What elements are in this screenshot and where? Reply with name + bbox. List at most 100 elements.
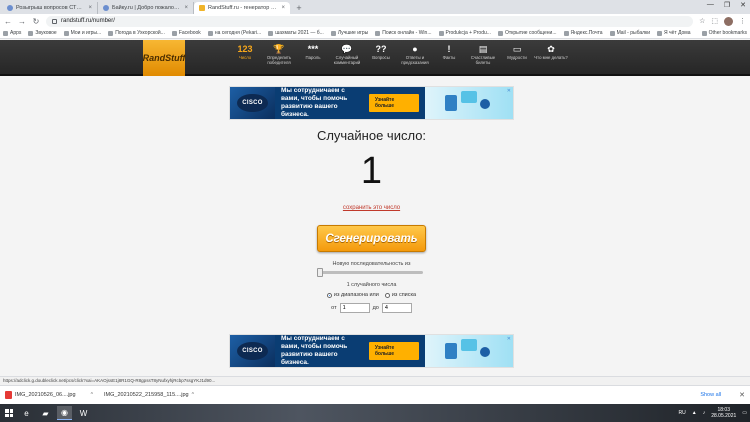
network-icon[interactable]: ▲	[692, 410, 697, 416]
site-header: RandStuff 123 Число 🏆 Определить победител…	[0, 40, 750, 76]
reload-icon[interactable]: ↻	[32, 17, 40, 26]
address-bar[interactable]: randstuff.ru/number/	[46, 15, 694, 27]
ad-close-icon[interactable]: ✕	[507, 88, 511, 94]
extension-icon[interactable]: ⬚	[711, 17, 718, 25]
menu-item-facts[interactable]: ! Факты	[432, 43, 466, 66]
generate-button[interactable]: Сгенерировать	[317, 225, 426, 252]
new-tab-button[interactable]: +	[293, 2, 305, 14]
menu-item-tickets[interactable]: ▤ Счастливые билеты	[466, 43, 500, 66]
download-item[interactable]: IMG_20210522_215958_115....jpg ^	[101, 391, 194, 399]
bookmark-item[interactable]: Открытие сообщени...	[497, 30, 557, 36]
download-item[interactable]: IMG_20210526_06....jpg ^	[5, 391, 93, 399]
mode-list-radio[interactable]: из списка	[384, 292, 416, 298]
bookmark-item[interactable]: Facebook	[171, 30, 201, 36]
close-downloads-icon[interactable]: ✕	[739, 391, 745, 399]
ad-learn-more-button[interactable]: Узнайте больше	[368, 341, 419, 361]
chevron-up-icon[interactable]: ^	[192, 392, 194, 398]
ad-banner-top[interactable]: CISCO Мы сотрудничаем с вами, чтобы помо…	[229, 86, 514, 120]
menu-item-what-to-do[interactable]: ✿ Что мне делать?	[534, 43, 568, 66]
mode-range-radio[interactable]: из диапазона или	[326, 292, 379, 298]
menu-item-wisdom[interactable]: ▭ Мудрости	[500, 43, 534, 66]
bookmark-item[interactable]: Мои и игры...	[63, 30, 101, 36]
ad-banner-bottom[interactable]: CISCO Мы сотрудничаем с вами, чтобы помо…	[229, 334, 514, 368]
show-all-downloads-link[interactable]: Show all	[700, 392, 721, 398]
browser-toolbar: ← → ↻ randstuff.ru/number/ ☆ ⬚ ⋮	[0, 14, 750, 28]
bookmark-icon	[375, 30, 381, 36]
notifications-icon[interactable]: ▭	[742, 410, 747, 416]
menu-item-comment[interactable]: 💬 Случайный комментарий	[330, 43, 364, 66]
chrome-icon[interactable]: ◉	[57, 406, 72, 420]
forward-arrow-icon[interactable]: →	[18, 17, 26, 26]
menu-item-winner[interactable]: 🏆 Определить победителя	[262, 43, 296, 66]
lock-icon	[52, 18, 57, 24]
image-file-icon	[5, 391, 12, 399]
tab-title: Байку.ru | Добро пожаловать	[112, 5, 182, 11]
site-logo[interactable]: RandStuff	[143, 40, 185, 76]
close-window-icon[interactable]: ✕	[740, 1, 746, 9]
cisco-logo: CISCO	[237, 94, 268, 112]
bookmark-item[interactable]: Produkcja + Produ...	[438, 30, 491, 36]
bookmark-icon	[563, 30, 569, 36]
bookmark-item[interactable]: Яндекс.Почта	[563, 30, 603, 36]
bookmark-icon	[207, 30, 213, 36]
windows-taskbar: e ▰ ◉ W RU ▲ ♪ 18:03 28.05.2021 ▭	[0, 404, 750, 422]
count-label: 1 случайного числа	[346, 282, 397, 288]
browser-tab-3[interactable]: RandStuff.ru - генератор случай... ×	[194, 2, 290, 14]
tab-close-icon[interactable]: ×	[281, 5, 285, 11]
bookmark-icon	[63, 30, 69, 36]
ie-icon[interactable]: e	[19, 406, 34, 420]
save-number-link[interactable]: сохранить это число	[229, 205, 514, 211]
browser-tab-2[interactable]: Байку.ru | Добро пожаловать ×	[98, 2, 194, 14]
slider-handle[interactable]	[317, 268, 323, 277]
bookmark-item[interactable]: Погода в Ухкорской...	[108, 30, 165, 36]
tab-close-icon[interactable]: ×	[88, 5, 92, 11]
bookmark-icon	[268, 30, 274, 36]
from-input[interactable]	[339, 303, 370, 313]
maximize-icon[interactable]: ❐	[724, 1, 730, 9]
radio-unchecked-icon[interactable]	[384, 292, 390, 298]
bookmark-item[interactable]: Поиск онлайн - Win...	[375, 30, 432, 36]
browser-tab-strip: Розыгрыш вопросов СТИЛИСТ... × Байку.ru …	[0, 0, 750, 14]
browser-tab-1[interactable]: Розыгрыш вопросов СТИЛИСТ... ×	[2, 2, 98, 14]
bookmark-item[interactable]: на сегодня (Pekari...	[207, 30, 261, 36]
radio-checked-icon[interactable]	[326, 292, 332, 298]
range-inputs: от до	[229, 303, 514, 313]
back-arrow-icon[interactable]: ←	[4, 17, 12, 26]
bookmarks-bar: Apps Звуковое Мои и игры... Погода в Ухк…	[0, 28, 750, 39]
profile-avatar[interactable]	[724, 16, 733, 26]
bookmark-item[interactable]: Лучшие игры	[330, 30, 368, 36]
bookmark-item[interactable]: Mail - рыбалки	[609, 30, 650, 36]
menu-item-questions[interactable]: ?? Вопросы	[364, 43, 398, 66]
windows-start-icon[interactable]	[3, 407, 15, 419]
bookmark-icon	[108, 30, 114, 36]
other-bookmarks[interactable]: Other bookmarks	[701, 30, 747, 36]
system-tray: RU ▲ ♪ 18:03 28.05.2021 ▭	[679, 407, 747, 419]
menu-item-answers[interactable]: ● Ответы и предсказания	[398, 43, 432, 66]
tab-favicon-icon	[103, 5, 109, 11]
folder-icon[interactable]: ▰	[38, 406, 53, 420]
menu-item-password[interactable]: *** Пароль	[296, 43, 330, 66]
bookmark-item[interactable]: Звуковое	[28, 30, 57, 36]
word-icon[interactable]: W	[76, 406, 91, 420]
minimize-icon[interactable]: —	[707, 1, 714, 9]
bookmark-item[interactable]: шахматы 2021 — б...	[268, 30, 324, 36]
folder-icon	[701, 30, 707, 36]
site-menu: 123 Число 🏆 Определить победителя *** Парол…	[228, 43, 568, 66]
volume-icon[interactable]: ♪	[703, 410, 706, 416]
bookmark-item[interactable]: Apps	[3, 30, 21, 36]
menu-dots-icon[interactable]: ⋮	[739, 17, 746, 25]
menu-item-number[interactable]: 123 Число	[228, 43, 262, 66]
ad-text: Мы сотрудничаем с вами, чтобы помочь раз…	[275, 87, 425, 119]
apps-icon	[3, 30, 8, 36]
star-icon[interactable]: ☆	[699, 17, 705, 25]
to-input[interactable]	[381, 303, 412, 313]
count-slider[interactable]	[317, 268, 423, 277]
tab-close-icon[interactable]: ×	[184, 5, 188, 11]
ad-close-icon[interactable]: ✕	[507, 336, 511, 342]
clock[interactable]: 18:03 28.05.2021	[711, 407, 736, 419]
language-indicator[interactable]: RU	[679, 410, 686, 416]
bookmark-item[interactable]: Я чёт Дома	[657, 30, 691, 36]
chevron-up-icon[interactable]: ^	[91, 392, 93, 398]
ad-learn-more-button[interactable]: Узнайте больше	[368, 93, 419, 113]
tab-favicon-icon	[7, 5, 13, 11]
